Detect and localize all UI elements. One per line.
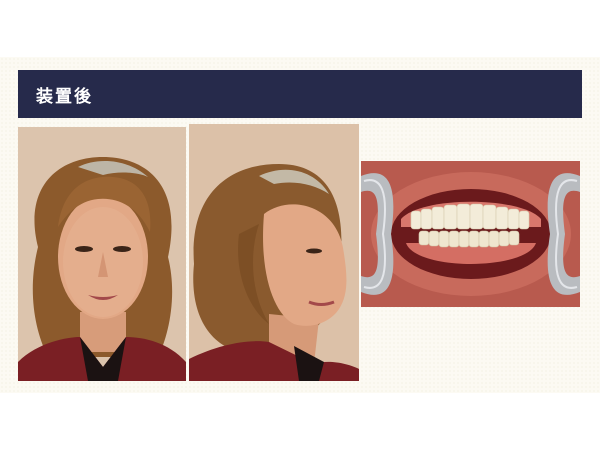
oblique-face-photo: [189, 124, 359, 381]
title-bar: 装置後: [18, 70, 582, 118]
slide-title: 装置後: [36, 87, 93, 107]
slide: 装置後: [0, 57, 600, 393]
frontal-face-photo: [18, 127, 186, 381]
intraoral-photo: [361, 161, 580, 307]
